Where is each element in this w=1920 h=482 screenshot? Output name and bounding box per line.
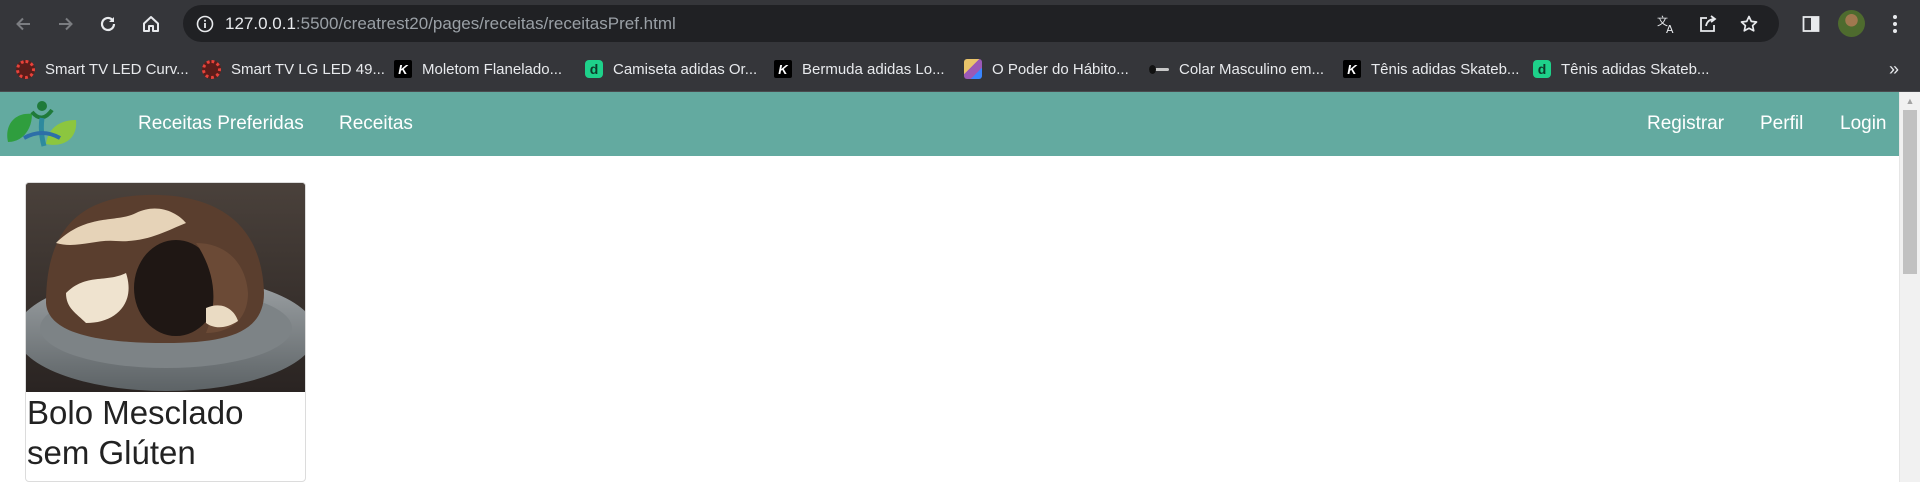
- browser-toolbar: 127.0.0.1:5500/creatrest20/pages/receita…: [0, 0, 1920, 47]
- nav-link-registrar[interactable]: Registrar: [1647, 113, 1724, 135]
- share-icon[interactable]: [1697, 13, 1719, 35]
- home-button[interactable]: [136, 9, 166, 39]
- nav-link-receitas-preferidas[interactable]: Receitas Preferidas: [138, 113, 304, 135]
- back-arrow-icon: [16, 17, 30, 31]
- scroll-up-arrow-icon[interactable]: ▲: [1900, 92, 1920, 109]
- tv-store-icon: [16, 59, 35, 79]
- nav-link-receitas[interactable]: Receitas: [339, 113, 413, 135]
- svg-text:A: A: [1666, 23, 1674, 35]
- tv-store-icon: [202, 59, 221, 79]
- necklace-icon: [1149, 59, 1169, 79]
- book-icon: [964, 59, 982, 79]
- back-button[interactable]: [9, 9, 39, 39]
- bookmark-label: Tênis adidas Skateb...: [1371, 60, 1520, 78]
- d-logo-icon: d: [1533, 60, 1551, 78]
- web-page: Receitas Preferidas Receitas Registrar P…: [0, 92, 1920, 482]
- bookmark-label: Colar Masculino em...: [1179, 60, 1325, 78]
- bookmark-item[interactable]: O Poder do Hábito...: [964, 57, 1129, 81]
- forward-button[interactable]: [50, 9, 80, 39]
- k-logo-icon: K: [394, 60, 412, 78]
- bookmark-item[interactable]: K Moletom Flanelado...: [394, 57, 562, 81]
- bookmark-label: O Poder do Hábito...: [992, 60, 1129, 78]
- star-icon[interactable]: [1738, 13, 1760, 35]
- profile-avatar[interactable]: [1838, 10, 1865, 37]
- bookmark-item[interactable]: d Camiseta adidas Or...: [585, 57, 757, 81]
- site-navbar: Receitas Preferidas Receitas Registrar P…: [0, 92, 1899, 156]
- home-icon: [143, 16, 159, 32]
- k-logo-icon: K: [774, 60, 792, 78]
- forward-arrow-icon: [59, 17, 73, 31]
- url-path: :5500/creatrest20/pages/receitas/receita…: [295, 14, 676, 33]
- bookmark-item[interactable]: K Bermuda adidas Lo...: [774, 57, 945, 81]
- d-logo-icon: d: [585, 60, 603, 78]
- bookmark-item[interactable]: Smart TV LG LED 49...: [202, 57, 385, 81]
- nav-link-perfil[interactable]: Perfil: [1760, 113, 1803, 135]
- page-scrollbar[interactable]: ▲: [1899, 92, 1920, 482]
- reload-button[interactable]: [93, 9, 123, 39]
- bookmark-label: Smart TV LG LED 49...: [231, 60, 385, 78]
- nav-link-login[interactable]: Login: [1840, 113, 1887, 135]
- bookmarks-overflow-button[interactable]: »: [1882, 57, 1906, 81]
- side-panel-icon[interactable]: [1796, 9, 1826, 39]
- reload-icon: [100, 16, 116, 32]
- kebab-menu-icon[interactable]: [1880, 9, 1910, 39]
- url-host: 127.0.0.1: [225, 14, 296, 33]
- k-logo-icon: K: [1343, 60, 1361, 78]
- translate-icon[interactable]: 文A: [1656, 13, 1678, 35]
- bookmark-item[interactable]: Colar Masculino em...: [1149, 57, 1324, 81]
- address-bar[interactable]: 127.0.0.1:5500/creatrest20/pages/receita…: [183, 5, 1779, 42]
- bookmark-label: Bermuda adidas Lo...: [802, 60, 945, 78]
- bookmark-item[interactable]: K Tênis adidas Skateb...: [1343, 57, 1519, 81]
- leaf-logo-icon[interactable]: [2, 98, 82, 150]
- info-icon[interactable]: [195, 14, 214, 33]
- bookmark-label: Moletom Flanelado...: [422, 60, 563, 78]
- bookmark-item[interactable]: Smart TV LED Curv...: [16, 57, 189, 81]
- bookmark-label: Smart TV LED Curv...: [45, 60, 189, 78]
- bookmark-label: Tênis adidas Skateb...: [1561, 60, 1710, 78]
- recipe-title: Bolo Mesclado sem Glúten: [27, 394, 244, 471]
- marble-cake-photo[interactable]: [26, 183, 305, 392]
- scroll-thumb[interactable]: [1903, 110, 1917, 274]
- bookmarks-bar: Smart TV LED Curv... Smart TV LG LED 49.…: [0, 47, 1920, 92]
- bookmark-label: Camiseta adidas Or...: [613, 60, 758, 78]
- url-text[interactable]: 127.0.0.1:5500/creatrest20/pages/receita…: [225, 14, 676, 34]
- recipe-card[interactable]: Bolo Mesclado sem Glúten: [25, 182, 306, 482]
- bookmark-item[interactable]: d Tênis adidas Skateb...: [1533, 57, 1709, 81]
